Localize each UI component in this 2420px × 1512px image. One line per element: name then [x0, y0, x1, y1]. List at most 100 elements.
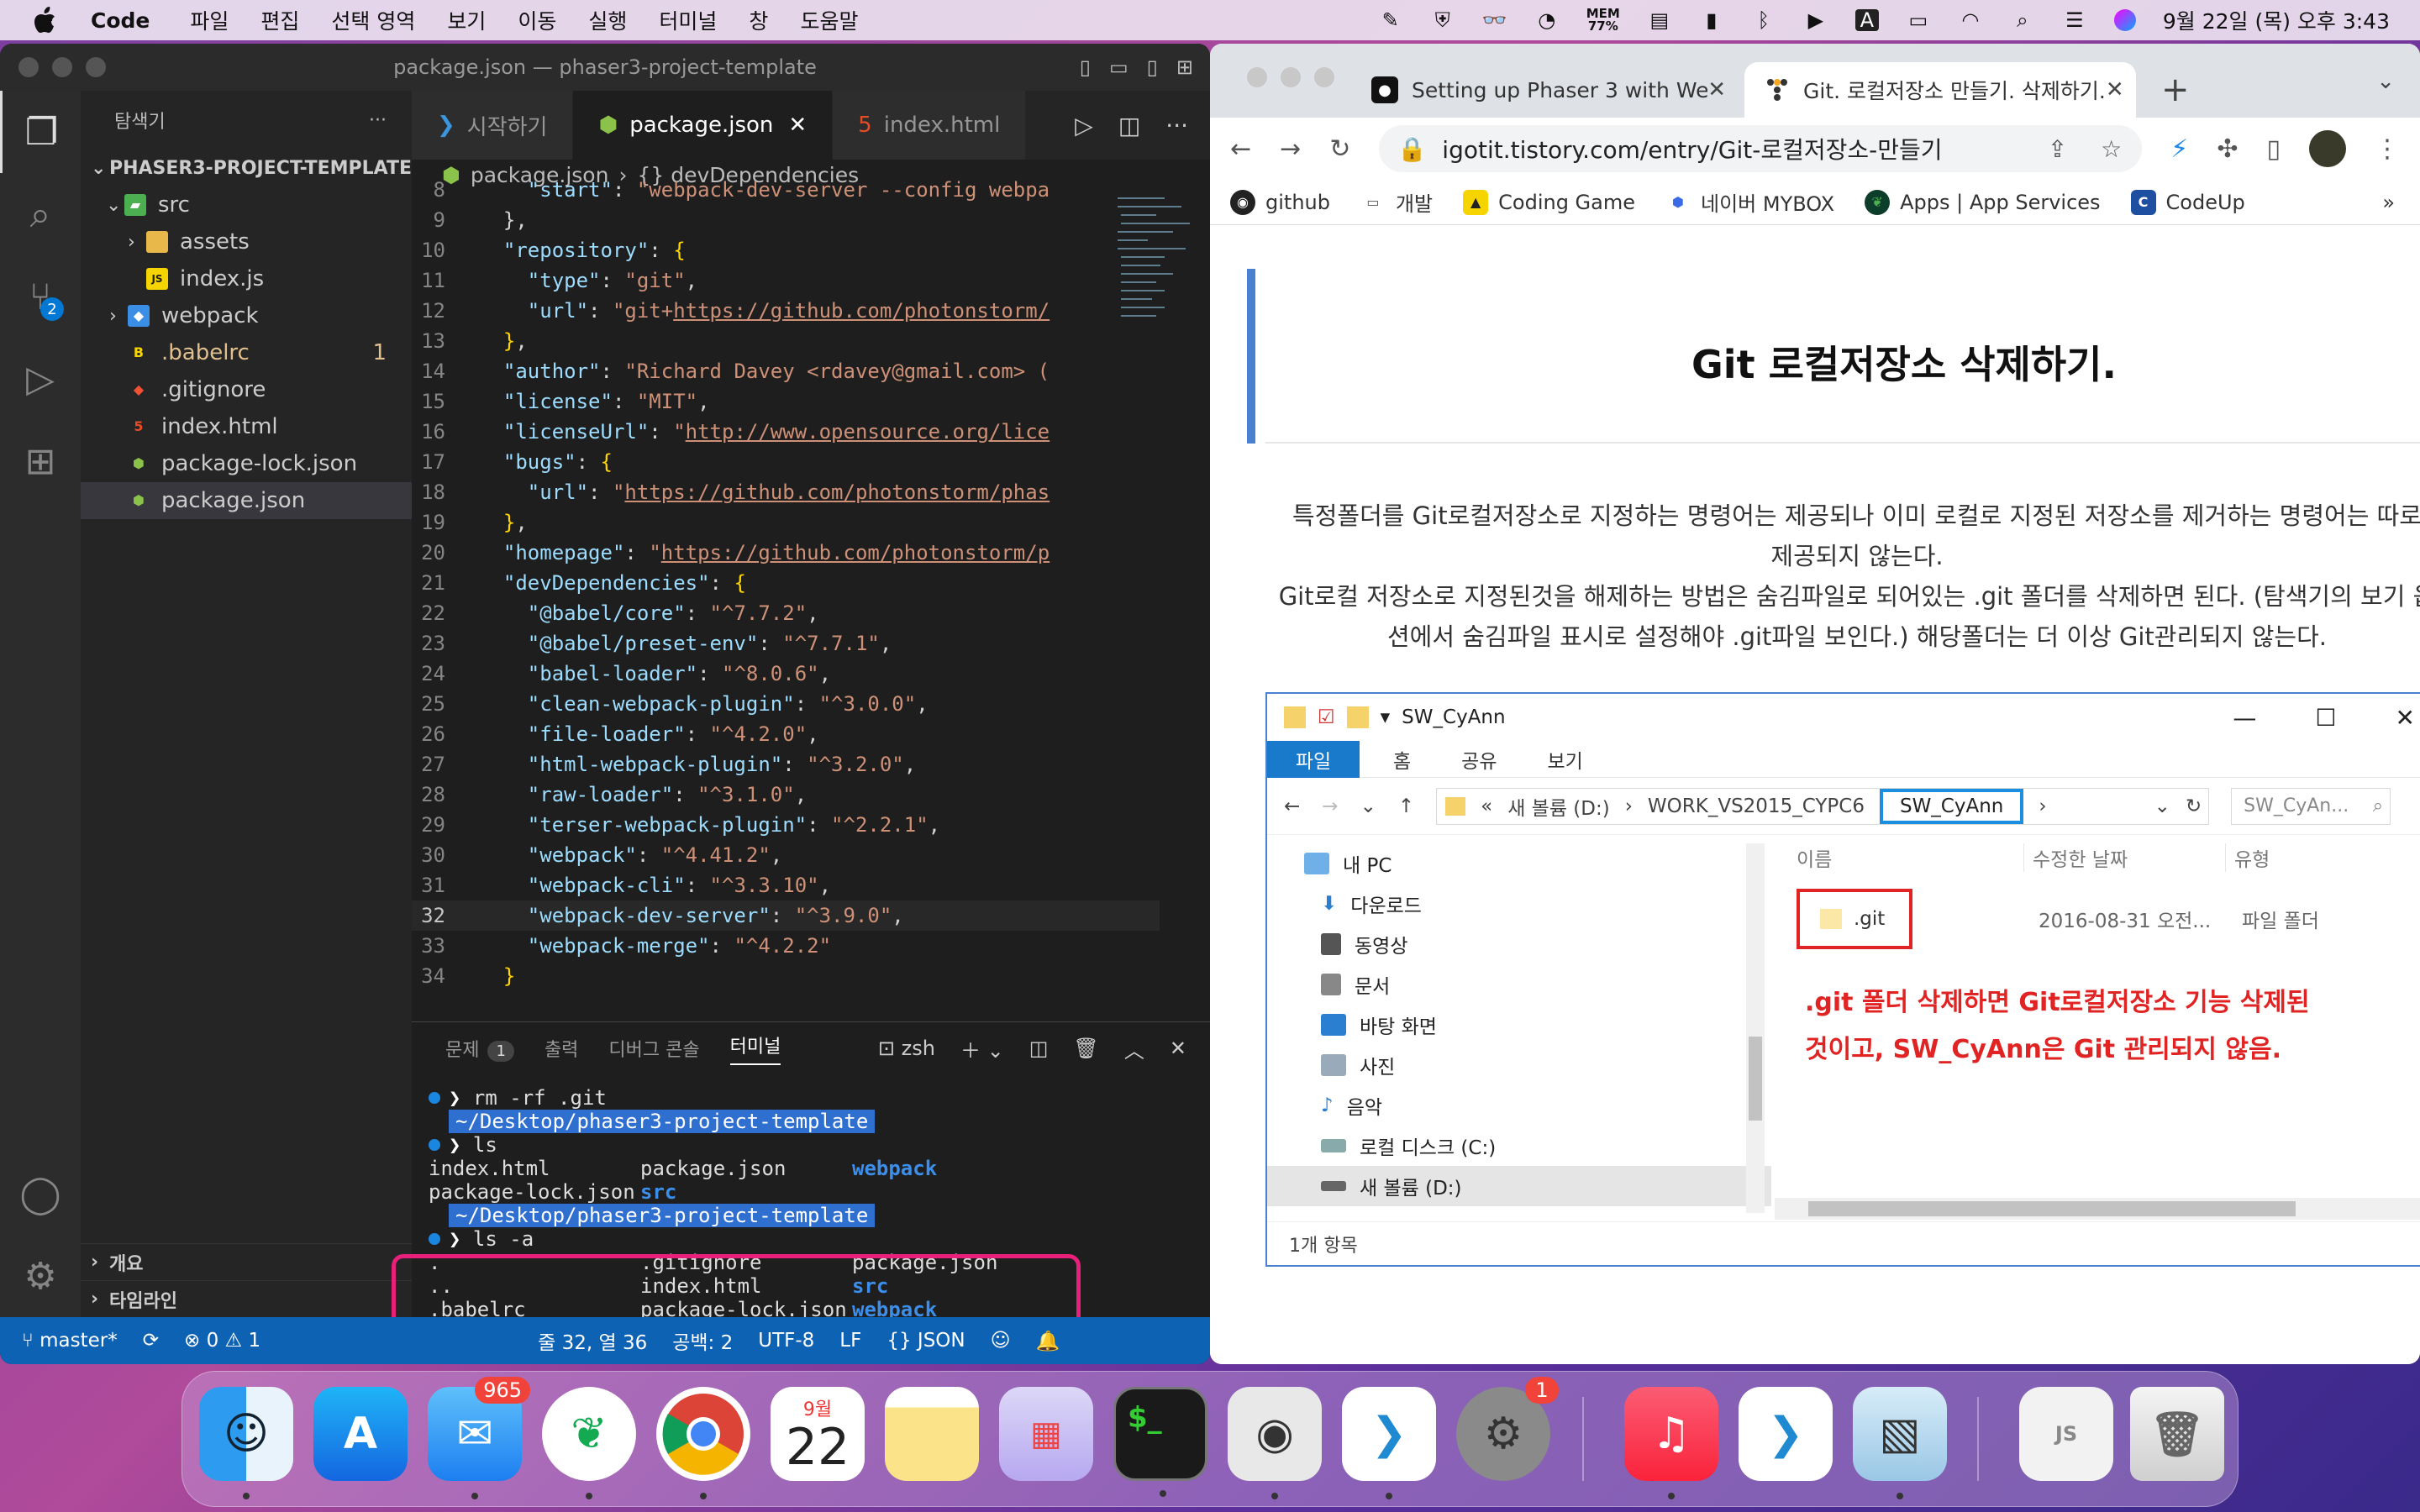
more-actions-icon[interactable]: ··· [1165, 112, 1188, 139]
explorer-icon[interactable]: ❐ [0, 91, 81, 173]
apple-menu-icon[interactable] [30, 6, 59, 34]
chrome-menu-icon[interactable]: ⋮ [2375, 134, 2400, 164]
search-icon[interactable]: ⌕ [0, 173, 81, 255]
browser-tab-phaser[interactable]: ● Setting up Phaser 3 with Webp ✕ [1353, 62, 1744, 118]
code-line[interactable]: 10 "repository": { [412, 235, 1160, 265]
tab-problems[interactable]: 문제 1 [445, 1035, 514, 1062]
glasses-icon[interactable]: 👓 [1482, 8, 1507, 32]
code-line[interactable]: 25 "clean-webpack-plugin": "^3.0.0", [412, 689, 1160, 719]
share-icon[interactable]: ⇪ [2048, 135, 2067, 163]
menu-terminal[interactable]: 터미널 [659, 5, 717, 35]
bookmark-coding-game[interactable]: ▲ Coding Game [1463, 189, 1635, 215]
app-store-icon[interactable]: A [313, 1387, 408, 1481]
tree-item-webpack[interactable]: › ◆ webpack [81, 297, 412, 334]
cursor-position[interactable]: 줄 32, 열 36 [538, 1326, 647, 1355]
terminal-app-icon[interactable]: $_ [1113, 1387, 1207, 1497]
terminal-shell-selector[interactable]: ⊡ zsh [878, 1037, 935, 1060]
minimap[interactable] [1114, 190, 1198, 375]
browser-tab-git[interactable]: Git. 로컬저장소 만들기. 삭제하기. ✕ [1744, 62, 2136, 118]
code-line[interactable]: 15 "license": "MIT", [412, 386, 1160, 417]
notifications-bell-icon[interactable]: 🔔 [1036, 1330, 1060, 1352]
menu-go[interactable]: 이동 [518, 5, 556, 35]
encoding[interactable]: UTF-8 [758, 1330, 814, 1352]
input-source-icon[interactable]: A [1854, 8, 1879, 32]
menu-view[interactable]: 보기 [447, 5, 486, 35]
menu-app-name[interactable]: Code [91, 8, 150, 33]
bookmark-star-icon[interactable]: ☆ [2101, 135, 2122, 163]
bookmark-mongodb-apps[interactable]: ❦ Apps | App Services [1865, 189, 2101, 215]
end-of-line[interactable]: LF [839, 1330, 861, 1352]
code-line[interactable]: 28 "raw-loader": "^3.1.0", [412, 780, 1160, 810]
zoom-window-button[interactable] [1314, 67, 1334, 87]
tree-item-index-html[interactable]: 5 index.html [81, 408, 412, 445]
system-settings-icon[interactable]: ⚙ 1 [1456, 1377, 1559, 1481]
code-line[interactable]: 27 "html-webpack-plugin": "^3.2.0", [412, 749, 1160, 780]
vpn-shield-icon[interactable]: ⛨ [1430, 8, 1455, 32]
tab-output[interactable]: 출력 [544, 1035, 578, 1062]
run-debug-icon[interactable]: ▷ [0, 338, 81, 420]
source-control-icon[interactable]: ⑂ 2 [0, 255, 81, 338]
code-line[interactable]: 33 "webpack-merge": "^4.2.2" [412, 931, 1160, 961]
tree-item-index-js[interactable]: JS index.js [81, 260, 412, 297]
tree-item-babelrc[interactable]: B .babelrc 1 [81, 334, 412, 371]
tree-item-src[interactable]: ⌄ ▰ src [81, 186, 412, 223]
extensions-puzzle-icon[interactable]: ✣ [2217, 134, 2238, 164]
minimize-window-button[interactable] [1281, 67, 1301, 87]
branch-indicator[interactable]: ⑂ master* [22, 1330, 118, 1352]
translate-icon[interactable]: ▤ [1647, 8, 1672, 32]
tab-debug-console[interactable]: 디버그 콘솔 [608, 1035, 699, 1062]
close-panel-icon[interactable]: ✕ [1170, 1037, 1186, 1060]
close-tab-icon[interactable]: ✕ [788, 113, 807, 138]
code-line[interactable]: 11 "type": "git", [412, 265, 1160, 296]
toggle-secondary-sidebar-icon[interactable]: ▯ [1147, 55, 1158, 79]
customize-layout-icon[interactable]: ⊞ [1176, 55, 1193, 79]
code-line[interactable]: 34 } [412, 961, 1160, 991]
finder-app-icon[interactable]: ☺ [199, 1387, 293, 1499]
memory-meter[interactable]: MEM 77% [1586, 8, 1620, 33]
code-line[interactable]: 13 }, [412, 326, 1160, 356]
menu-run[interactable]: 실행 [588, 5, 627, 35]
preview-app-icon[interactable]: ▧ [1853, 1387, 1947, 1499]
language-mode[interactable]: {} JSON [886, 1330, 965, 1352]
feedback-icon[interactable]: ☺ [991, 1330, 1011, 1352]
mail-app-icon[interactable]: ✉ 965 [428, 1377, 530, 1499]
menu-file[interactable]: 파일 [190, 5, 229, 35]
run-icon[interactable]: ▷ [1075, 112, 1093, 139]
tree-item-assets[interactable]: › assets [81, 223, 412, 260]
code-editor[interactable]: 8 "start": "webpack-dev-server --config … [412, 175, 1160, 1021]
music-app-icon[interactable]: ♫ [1624, 1387, 1718, 1499]
sync-icon[interactable]: ⟳ [143, 1330, 159, 1352]
code-line[interactable]: 23 "@babel/preset-env": "^7.7.1", [412, 628, 1160, 659]
toggle-sidebar-icon[interactable]: ▯ [1080, 55, 1091, 79]
forward-arrow-icon[interactable]: → [1280, 134, 1301, 164]
code-line[interactable]: 18 "url": "https://github.com/photonstor… [412, 477, 1160, 507]
code-line[interactable]: 19 }, [412, 507, 1160, 538]
close-tab-icon[interactable]: ✕ [2106, 77, 2124, 102]
vscode-app-icon[interactable]: ❯ [1342, 1387, 1436, 1499]
back-arrow-icon[interactable]: ← [1230, 134, 1251, 164]
split-editor-icon[interactable]: ◫ [1118, 112, 1140, 139]
extension-icon[interactable]: ⚡ [2170, 134, 2188, 164]
close-tab-icon[interactable]: ✕ [1707, 77, 1726, 102]
trash-icon[interactable]: 🗑 [1073, 1037, 1098, 1060]
bookmark-naver-mybox[interactable]: ⬢ 네이버 MYBOX [1665, 187, 1834, 217]
more-bookmarks-icon[interactable]: » [2382, 191, 2420, 214]
accounts-icon[interactable]: ◯ [0, 1152, 81, 1235]
bookmark-dev-folder[interactable]: ▭ 개발 [1360, 187, 1433, 217]
timeline-section[interactable]: › 타임라인 [81, 1280, 412, 1317]
bookmark-codeup[interactable]: C CodeUp [2130, 189, 2245, 215]
tab-index-html[interactable]: 5 index.html [833, 91, 1027, 160]
split-terminal-icon[interactable]: ◫ [1029, 1037, 1049, 1060]
problems-indicator[interactable]: ⊗ 0 ⚠ 1 [184, 1330, 260, 1352]
outline-section[interactable]: › 개요 [81, 1243, 412, 1280]
code-line[interactable]: 12 "url": "git+https://github.com/photon… [412, 296, 1160, 326]
spotlight-search-icon[interactable]: ⌕ [2010, 8, 2035, 32]
code-line[interactable]: 14 "author": "Richard Davey <rdavey@gmai… [412, 356, 1160, 386]
timer-icon[interactable]: ◔ [1534, 8, 1560, 32]
close-window-button[interactable] [1247, 67, 1267, 87]
launchpad-icon[interactable]: ▦ [999, 1387, 1093, 1481]
battery-icon[interactable]: ▭ [1906, 8, 1931, 32]
code-line[interactable]: 9 }, [412, 205, 1160, 235]
more-actions-icon[interactable]: ··· [369, 110, 387, 131]
reload-icon[interactable]: ↻ [1329, 134, 1350, 164]
